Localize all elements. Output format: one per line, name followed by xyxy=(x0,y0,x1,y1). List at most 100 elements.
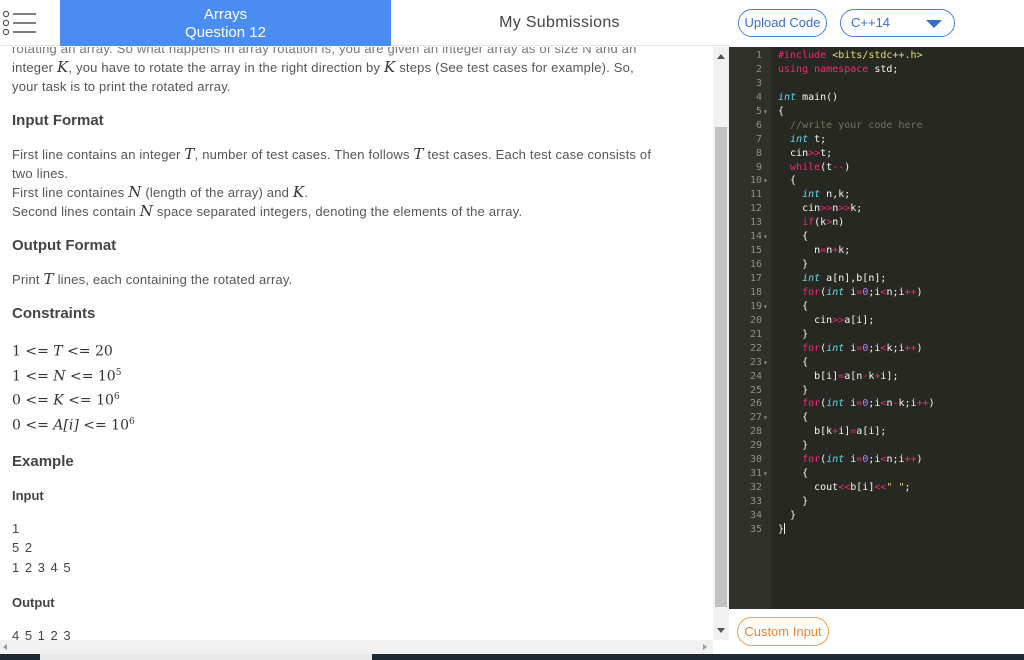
code-line: 8 cin>>t; xyxy=(729,147,1024,161)
intro-line-2: integer K, you have to rotate the array … xyxy=(12,58,696,77)
line-number: 18 xyxy=(749,286,762,298)
code-text: } xyxy=(778,259,809,271)
line-number: 11 xyxy=(749,189,762,201)
list-menu-icon[interactable] xyxy=(2,6,40,40)
line-number: 15 xyxy=(749,245,762,257)
code-text: b[k+i]=a[i]; xyxy=(778,426,887,438)
code-line: 27 ▾ { xyxy=(729,411,1024,425)
upload-code-button[interactable]: Upload Code xyxy=(738,9,827,37)
problem-header: Arrays Question 12 My Submissions xyxy=(0,0,728,46)
code-line: 26 for(int i=0;i<n-k;i++) xyxy=(729,397,1024,411)
code-line: 23 ▾ { xyxy=(729,356,1024,370)
code-text: for(int i=0;i<k;i++) xyxy=(802,342,923,354)
fold-arrow-icon[interactable]: ▾ xyxy=(763,105,771,119)
code-line: 28 b[k+i]=a[i]; xyxy=(729,425,1024,439)
tab-my-submissions[interactable]: My Submissions xyxy=(391,0,728,46)
code-text: n=n+k; xyxy=(778,245,851,257)
code-lines: 1 #include <bits/stdc++.h> 2 using namespac… xyxy=(729,49,1024,537)
line-number: 20 xyxy=(749,314,762,326)
input-format-text: First line contains an integer T, number… xyxy=(12,145,696,221)
code-line: 19 ▾ { xyxy=(729,300,1024,314)
text: (length of the array) and xyxy=(141,185,293,200)
line-number: 6 xyxy=(755,119,762,131)
text: . xyxy=(304,185,309,200)
code-text: int a[n],b[n]; xyxy=(802,273,887,284)
text: space separated integers, denoting the e… xyxy=(153,204,523,219)
constraint-item: 0 <= A[i] <= 106 xyxy=(12,412,696,437)
line-number: 16 xyxy=(749,259,762,271)
tab-question-number: Question 12 xyxy=(185,24,266,41)
constraint-lhs: 0 <= xyxy=(12,417,54,434)
scrollbar-thumb[interactable] xyxy=(715,127,727,607)
example-heading: Example xyxy=(12,452,74,470)
input-format-line-2: two lines. xyxy=(12,166,69,181)
constraint-var: N xyxy=(53,368,66,385)
example-input-line: 1 2 3 4 5 xyxy=(12,559,72,575)
code-line: 21 } xyxy=(729,328,1024,342)
example-input-heading: Input xyxy=(12,487,44,503)
code-text: for(int i=0;i<n-k;i++) xyxy=(802,398,935,410)
code-text: if(k>n) xyxy=(802,217,845,229)
tab-question[interactable]: Arrays Question 12 xyxy=(60,0,391,46)
code-text: int main() xyxy=(778,91,839,103)
tab-question-topic: Arrays xyxy=(203,6,248,23)
constraint-lhs: 1 <= xyxy=(12,343,54,360)
constraint-exponent: 6 xyxy=(128,416,135,427)
code-text: cin>>n>>k; xyxy=(778,203,863,215)
output-format-text: Print T lines, each containing the rotat… xyxy=(12,270,696,289)
constraint-exponent: 5 xyxy=(115,367,122,378)
code-text: cout<<b[i]<<" "; xyxy=(778,482,911,494)
code-text: while(t--) xyxy=(790,161,851,173)
line-number: 14 xyxy=(749,231,762,243)
code-line: 13 if(k>n) xyxy=(729,216,1024,230)
text: , number of test cases. Then follows xyxy=(194,147,414,162)
language-select[interactable]: C++14 xyxy=(840,9,955,37)
code-text: int n,k; xyxy=(802,189,851,201)
scroll-left-icon[interactable] xyxy=(3,644,7,650)
code-line: 12 cin>>n>>k; xyxy=(729,202,1024,216)
code-text: } xyxy=(778,384,809,396)
scroll-down-icon[interactable] xyxy=(717,628,725,633)
code-line: 10 ▾ { xyxy=(729,174,1024,188)
input-format-line-4: Second lines contain N space separated i… xyxy=(12,202,696,221)
fold-arrow-icon[interactable]: ▾ xyxy=(763,356,771,370)
code-editor[interactable]: 1 #include <bits/stdc++.h> 2 using namespac… xyxy=(729,47,1024,609)
scroll-up-icon[interactable] xyxy=(717,54,725,59)
constraint-item: 1 <= N <= 105 xyxy=(12,363,696,388)
constraints-heading: Constraints xyxy=(12,305,96,322)
code-line: 20 cin>>a[i]; xyxy=(729,314,1024,328)
chevron-down-icon xyxy=(926,20,942,28)
code-text: } xyxy=(778,509,797,521)
example-output: 4 5 1 2 3 xyxy=(12,626,696,640)
fold-arrow-icon[interactable]: ▾ xyxy=(763,467,771,481)
problem-vertical-scrollbar[interactable] xyxy=(713,47,729,640)
fold-arrow-icon[interactable]: ▾ xyxy=(763,174,771,188)
code-text: { xyxy=(778,175,797,187)
custom-input-button[interactable]: Custom Input xyxy=(737,617,829,646)
problem-horizontal-scrollbar[interactable] xyxy=(0,640,713,654)
example-output-line: 4 5 1 2 3 xyxy=(12,628,72,640)
code-line: 4 int main() xyxy=(729,91,1024,105)
line-number: 2 xyxy=(755,63,762,75)
input-format-line-3: First line containes N (length of the ar… xyxy=(12,183,696,202)
scroll-right-icon[interactable] xyxy=(703,644,707,650)
var-n: N xyxy=(128,183,142,201)
problem-content: rotating an array. So what happens in ar… xyxy=(12,47,696,640)
fold-arrow-icon[interactable]: ▾ xyxy=(763,411,771,425)
fold-arrow-icon[interactable]: ▾ xyxy=(763,230,771,244)
constraint-exponent: 6 xyxy=(113,392,120,403)
intro-text-a: integer xyxy=(12,60,57,75)
code-text: int t; xyxy=(790,133,827,145)
fold-arrow-icon[interactable]: ▾ xyxy=(763,300,771,314)
example-input-line: 1 xyxy=(12,520,21,536)
constraints-list: 1 <= T <= 20 1 <= N <= 105 0 <= K <= 106… xyxy=(12,338,696,437)
code-text: } xyxy=(778,523,786,535)
code-text: using namespace std; xyxy=(778,63,899,75)
line-number: 25 xyxy=(749,384,762,396)
constraint-item: 0 <= K <= 106 xyxy=(12,387,696,412)
bottom-bar xyxy=(0,654,1024,660)
problem-statement-panel: rotating an array. So what happens in ar… xyxy=(0,47,713,640)
code-line: 5 ▾ { xyxy=(729,105,1024,119)
line-number: 34 xyxy=(749,509,762,521)
example-output-heading: Output xyxy=(12,595,55,611)
